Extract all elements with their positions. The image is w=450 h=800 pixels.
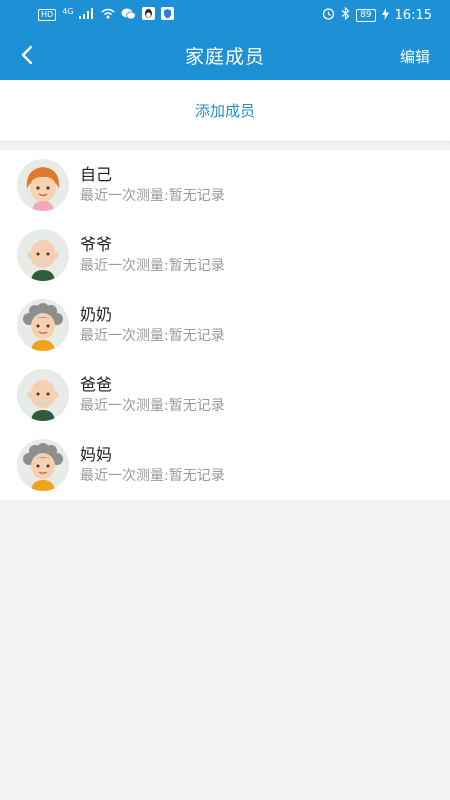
shield-icon: [161, 7, 175, 23]
add-member-button[interactable]: 添加成员: [0, 80, 450, 141]
member-item-grandma[interactable]: 奶奶 最近一次测量:暂无记录: [0, 290, 450, 360]
network-badge: 4G: [62, 6, 74, 16]
member-item-mom[interactable]: 妈妈 最近一次测量:暂无记录: [0, 430, 450, 500]
charging-icon: [381, 7, 389, 23]
member-status: 最近一次测量:暂无记录: [80, 327, 225, 344]
member-name: 奶奶: [80, 304, 113, 324]
page-title: 家庭成员: [184, 46, 265, 68]
member-info: 奶奶 最近一次测量:暂无记录: [80, 305, 225, 346]
hd-badge: HD: [38, 9, 57, 21]
member-item-dad[interactable]: 爸爸 最近一次测量:暂无记录: [0, 360, 450, 430]
member-name: 妈妈: [80, 444, 113, 464]
grandma-avatar-icon: [17, 299, 69, 351]
edit-button[interactable]: 编辑: [400, 46, 430, 67]
member-status: 最近一次测量:暂无记录: [80, 187, 225, 204]
qq-icon: [142, 7, 156, 23]
status-right: 89 16:15: [322, 6, 432, 23]
member-info: 爷爷 最近一次测量:暂无记录: [80, 235, 225, 276]
woman-avatar-icon: [17, 159, 69, 211]
navigation-bar: 家庭成员 编辑: [0, 30, 450, 80]
wifi-icon: [101, 8, 115, 22]
clock: 16:15: [394, 7, 432, 23]
wechat-icon: [121, 8, 137, 23]
battery-indicator: 89: [356, 8, 376, 22]
member-status: 最近一次测量:暂无记录: [80, 257, 225, 274]
member-item-self[interactable]: 自己 最近一次测量:暂无记录: [0, 150, 450, 220]
member-info: 爸爸 最近一次测量:暂无记录: [80, 375, 225, 416]
add-member-label: 添加成员: [194, 102, 255, 120]
member-name: 爸爸: [80, 374, 113, 394]
member-info: 自己 最近一次测量:暂无记录: [80, 165, 225, 206]
member-status: 最近一次测量:暂无记录: [80, 467, 225, 484]
alarm-icon: [322, 7, 335, 23]
status-bar: HD 4G 89 16:15: [0, 0, 450, 30]
member-list: 自己 最近一次测量:暂无记录 爷爷 最近一次测量:暂无记录 奶奶 最近一次测量:…: [0, 150, 450, 500]
status-left: HD 4G: [38, 6, 175, 23]
member-name: 爷爷: [80, 234, 113, 254]
member-status: 最近一次测量:暂无记录: [80, 397, 225, 414]
bluetooth-icon: [341, 6, 350, 23]
grandma-avatar-icon: [17, 439, 69, 491]
member-name: 自己: [80, 164, 113, 184]
signal-icon: [79, 8, 95, 22]
grandpa-avatar-icon: [17, 369, 69, 421]
member-item-grandpa[interactable]: 爷爷 最近一次测量:暂无记录: [0, 220, 450, 290]
member-info: 妈妈 最近一次测量:暂无记录: [80, 445, 225, 486]
grandpa-avatar-icon: [17, 229, 69, 281]
